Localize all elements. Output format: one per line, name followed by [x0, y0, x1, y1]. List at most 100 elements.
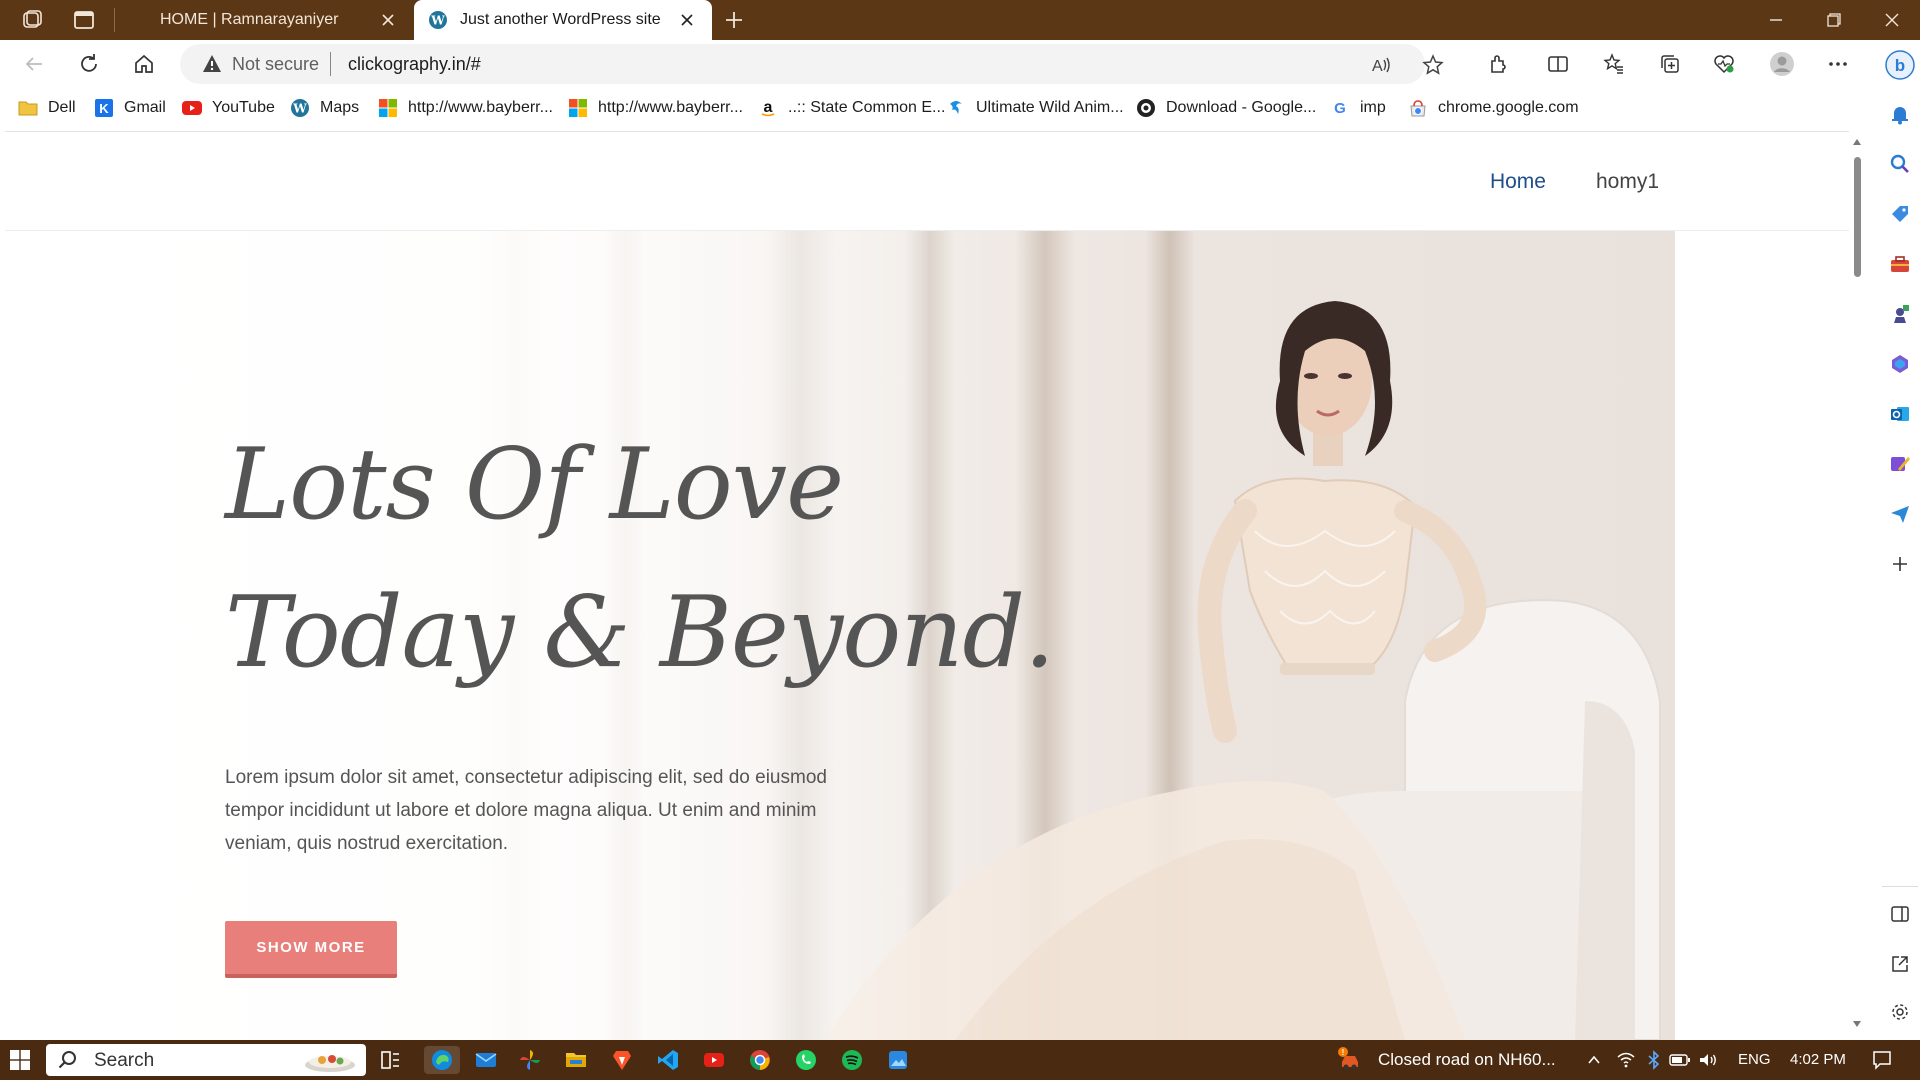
warning-icon[interactable] — [202, 54, 222, 79]
bookmark-maps[interactable]: W Maps — [290, 97, 359, 119]
new-tab-icon[interactable] — [722, 8, 746, 32]
scroll-down-icon[interactable] — [1853, 1021, 1861, 1027]
svg-text:W: W — [430, 14, 445, 28]
bookmark-imp[interactable]: G imp — [1330, 97, 1386, 119]
windows-start-icon[interactable] — [10, 1050, 30, 1070]
photos-pinwheel-icon[interactable] — [516, 1046, 544, 1074]
address-bar[interactable]: Not secure clickography.in/# A — [180, 44, 1444, 84]
photos-icon[interactable] — [884, 1046, 912, 1074]
hero-title-line-1: Lots Of Love — [225, 428, 844, 542]
collections-icon[interactable] — [1656, 50, 1684, 78]
bookmark-label: Dell — [48, 99, 76, 116]
extensions-icon[interactable] — [1484, 50, 1512, 78]
mail-icon[interactable] — [472, 1046, 500, 1074]
bookmark-bayberr-2[interactable]: http://www.bayberr... — [568, 97, 743, 119]
volume-icon[interactable] — [1694, 1046, 1722, 1074]
bookmark-state-common[interactable]: a ..:: State Common E... — [758, 97, 945, 119]
tab-wordpress-site[interactable]: W Just another WordPress site — [414, 0, 712, 40]
youtube-app-icon[interactable] — [700, 1046, 728, 1074]
windows-taskbar: Search ! Closed road on NH60... ENG 4:02… — [0, 1040, 1920, 1080]
bookmark-label: chrome.google.com — [1438, 99, 1579, 116]
bookmark-dell[interactable]: Dell — [18, 97, 76, 119]
restore-icon[interactable] — [1814, 6, 1854, 34]
workspaces-icon[interactable] — [20, 8, 44, 32]
wifi-icon[interactable] — [1612, 1046, 1640, 1074]
more-options-icon[interactable] — [1824, 50, 1852, 78]
amazon-icon: a — [758, 98, 778, 118]
clock[interactable]: 4:02 PM — [1790, 1051, 1846, 1068]
games-icon[interactable] — [1888, 302, 1912, 326]
security-status[interactable]: Not secure — [232, 54, 319, 75]
edge-taskbar-icon[interactable] — [424, 1046, 460, 1074]
read-aloud-icon[interactable]: A — [1368, 52, 1394, 78]
close-tab-icon[interactable] — [377, 9, 399, 31]
news-alert-icon[interactable]: ! — [1336, 1046, 1364, 1074]
outlook-icon[interactable] — [1888, 402, 1912, 426]
file-explorer-icon[interactable] — [562, 1046, 590, 1074]
search-icon — [58, 1050, 78, 1075]
svg-text:W: W — [292, 102, 307, 116]
bookmark-gmail[interactable]: K Gmail — [94, 97, 166, 119]
bookmark-bayberr-1[interactable]: http://www.bayberr... — [378, 97, 553, 119]
home-icon[interactable] — [130, 50, 158, 78]
close-tab-icon[interactable] — [676, 9, 698, 31]
bell-icon[interactable] — [1888, 102, 1912, 126]
wordpress-icon: W — [290, 98, 310, 118]
notifications-icon[interactable] — [1868, 1046, 1896, 1074]
page-scrollbar[interactable] — [1849, 131, 1865, 1039]
bing-copilot-icon[interactable]: b — [1885, 50, 1915, 80]
toolbox-icon[interactable] — [1888, 252, 1912, 276]
browser-essentials-icon[interactable] — [1710, 50, 1738, 78]
tray-chevron-icon[interactable] — [1580, 1046, 1608, 1074]
minimize-icon[interactable] — [1756, 6, 1796, 34]
globe-icon — [1136, 98, 1156, 118]
back-icon[interactable] — [20, 50, 48, 78]
youtube-icon — [182, 98, 202, 118]
svg-text:a: a — [764, 99, 773, 116]
language-indicator[interactable]: ENG — [1738, 1051, 1771, 1068]
bookmark-youtube[interactable]: YouTube — [182, 97, 275, 119]
nav-home[interactable]: Home — [1490, 170, 1546, 194]
refresh-icon[interactable] — [75, 50, 103, 78]
favorites-icon[interactable] — [1600, 50, 1628, 78]
bluetooth-icon[interactable] — [1640, 1046, 1668, 1074]
widgets-icon[interactable] — [376, 1046, 404, 1074]
bookmark-wild-animals[interactable]: Ultimate Wild Anim... — [946, 97, 1124, 119]
search-icon[interactable] — [1888, 152, 1912, 176]
profile-avatar-icon[interactable] — [1768, 50, 1796, 78]
vertical-tabs-icon[interactable] — [72, 8, 96, 32]
news-headline[interactable]: Closed road on NH60... — [1378, 1050, 1556, 1070]
spotify-icon[interactable] — [838, 1046, 866, 1074]
url-text[interactable]: clickography.in/# — [348, 54, 481, 75]
bookmark-chrome-store[interactable]: chrome.google.com — [1408, 97, 1579, 119]
taskbar-search[interactable]: Search — [46, 1044, 366, 1076]
open-external-icon[interactable] — [1888, 952, 1912, 976]
add-icon[interactable] — [1888, 552, 1912, 576]
battery-icon[interactable] — [1666, 1046, 1694, 1074]
site-nav: Home homy1 — [1490, 170, 1659, 194]
nav-homy1[interactable]: homy1 — [1596, 170, 1659, 194]
vscode-icon[interactable] — [654, 1046, 682, 1074]
shopping-tag-icon[interactable] — [1888, 202, 1912, 226]
chrome-icon[interactable] — [746, 1046, 774, 1074]
split-screen-icon[interactable] — [1544, 50, 1572, 78]
brave-icon[interactable] — [608, 1046, 636, 1074]
close-window-icon[interactable] — [1872, 6, 1912, 34]
scroll-thumb[interactable] — [1854, 157, 1861, 277]
swirl-icon — [946, 98, 966, 118]
favorite-star-icon[interactable] — [1420, 52, 1446, 78]
settings-gear-icon[interactable] — [1888, 1000, 1912, 1024]
sidebar-toggle-icon[interactable] — [1888, 902, 1912, 926]
designer-icon[interactable] — [1888, 452, 1912, 476]
scroll-up-icon[interactable] — [1853, 139, 1861, 145]
browser-toolbar: Not secure clickography.in/# A — [0, 40, 1880, 88]
divider — [330, 52, 331, 76]
hero-title-line-2: Today & Beyond. — [225, 576, 1055, 690]
bookmark-download-google[interactable]: Download - Google... — [1136, 97, 1316, 119]
show-more-button[interactable]: SHOW MORE — [225, 921, 397, 978]
send-icon[interactable] — [1888, 502, 1912, 526]
tab-ramnarayaniyer[interactable]: HOME | Ramnarayaniyer — [118, 0, 413, 40]
whatsapp-icon[interactable] — [792, 1046, 820, 1074]
microsoft-365-icon[interactable] — [1888, 352, 1912, 376]
bookmark-label: Gmail — [124, 99, 166, 116]
